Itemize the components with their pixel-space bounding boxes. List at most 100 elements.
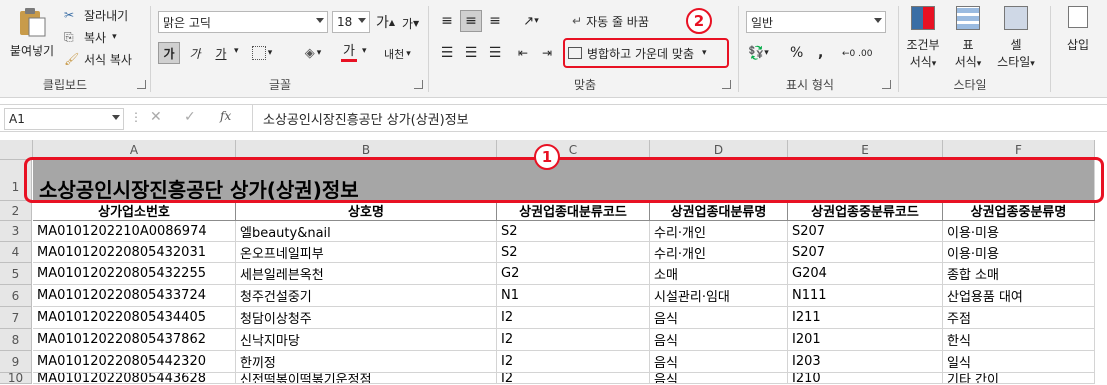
name-box[interactable]: A1: [4, 108, 124, 130]
copy-dropdown-icon[interactable]: ▾: [112, 32, 117, 42]
shrink-font-button[interactable]: 가 ▼: [402, 14, 419, 32]
table-cell[interactable]: G204: [788, 263, 943, 285]
table-cell[interactable]: 이용·미용: [943, 242, 1095, 263]
font-name-select[interactable]: 맑은 고딕: [158, 11, 328, 33]
header-cell[interactable]: 상권업종중분류명: [943, 201, 1095, 221]
align-middle-button[interactable]: ≡: [460, 10, 482, 32]
comma-button[interactable]: ,: [818, 43, 823, 63]
table-cell[interactable]: I2: [497, 329, 650, 351]
table-cell[interactable]: I2: [497, 351, 650, 373]
insert-function-icon[interactable]: fx: [220, 109, 231, 123]
font-color-dropdown[interactable]: ▾: [362, 46, 367, 56]
table-cell[interactable]: 청담이상청주: [236, 307, 497, 329]
paste-button[interactable]: 붙여넣기: [6, 6, 58, 70]
row-header-6[interactable]: 6: [0, 285, 32, 307]
row-header-7[interactable]: 7: [0, 307, 32, 329]
table-cell[interactable]: MA010120220805437862: [33, 329, 236, 351]
fill-color-button[interactable]: ◈ ▾: [300, 42, 326, 64]
bold-button[interactable]: 가: [158, 42, 180, 64]
row-header-5[interactable]: 5: [0, 263, 32, 285]
font-color-button[interactable]: 가: [336, 42, 362, 64]
table-cell[interactable]: 수리·개인: [650, 242, 788, 263]
header-cell[interactable]: 상호명: [236, 201, 497, 221]
table-cell[interactable]: 엘beauty&nail: [236, 221, 497, 242]
wrap-text-button[interactable]: ↵ 자동 줄 바꿈: [572, 10, 649, 32]
orientation-button[interactable]: ↗ ▾: [516, 10, 546, 32]
header-cell[interactable]: 상가업소번호: [33, 201, 236, 221]
accounting-button[interactable]: 💱 ▾: [748, 43, 769, 63]
increase-indent-button[interactable]: ⇥: [536, 42, 558, 64]
table-cell[interactable]: N1: [497, 285, 650, 307]
table-cell[interactable]: MA010120220805443628: [33, 373, 236, 384]
table-cell[interactable]: 음식: [650, 329, 788, 351]
table-cell[interactable]: 시설관리·임대: [650, 285, 788, 307]
table-cell[interactable]: S2: [497, 221, 650, 242]
font-launcher-icon[interactable]: [414, 80, 423, 89]
table-cell[interactable]: MA0101202210A0086974: [33, 221, 236, 242]
row-header-2[interactable]: 2: [0, 201, 32, 221]
table-cell[interactable]: 주점: [943, 307, 1095, 329]
table-cell[interactable]: 일식: [943, 351, 1095, 373]
table-cell[interactable]: 한끼정: [236, 351, 497, 373]
header-cell[interactable]: 상권업종대분류코드: [497, 201, 650, 221]
font-size-select[interactable]: 18: [332, 11, 370, 33]
format-as-table-button[interactable]: 표 서식▾: [948, 6, 988, 72]
row-header-10[interactable]: 10: [0, 372, 32, 384]
conditional-format-button[interactable]: 조건부 서식▾: [902, 6, 944, 72]
row-header-8[interactable]: 8: [0, 329, 32, 351]
header-cell[interactable]: 상권업종중분류코드: [788, 201, 943, 221]
table-cell[interactable]: 종합 소매: [943, 263, 1095, 285]
number-launcher-icon[interactable]: [882, 80, 891, 89]
table-cell[interactable]: MA010120220805432255: [33, 263, 236, 285]
number-format-select[interactable]: 일반: [746, 11, 886, 33]
align-center-button[interactable]: ☰: [460, 42, 482, 64]
table-cell[interactable]: I201: [788, 329, 943, 351]
italic-button[interactable]: 가: [184, 42, 206, 64]
align-right-button[interactable]: ☰: [484, 42, 506, 64]
table-cell[interactable]: 기타 간이: [943, 373, 1095, 384]
table-cell[interactable]: 신전떡볶이떡볶기운정점: [236, 373, 497, 384]
table-cell[interactable]: 음식: [650, 373, 788, 384]
phonetic-button[interactable]: 내천 ▾: [384, 44, 411, 64]
percent-button[interactable]: %: [790, 43, 803, 63]
table-cell[interactable]: 소매: [650, 263, 788, 285]
align-left-button[interactable]: ☰: [436, 42, 458, 64]
alignment-launcher-icon[interactable]: [722, 80, 731, 89]
table-cell[interactable]: S207: [788, 242, 943, 263]
row-header-3[interactable]: 3: [0, 221, 32, 242]
copy-button[interactable]: ⎘ 복사 ▾: [64, 28, 117, 46]
format-painter-button[interactable]: 🖌 서식 복사: [64, 50, 132, 68]
table-cell[interactable]: 음식: [650, 307, 788, 329]
table-cell[interactable]: 한식: [943, 329, 1095, 351]
table-cell[interactable]: MA010120220805442320: [33, 351, 236, 373]
cancel-icon[interactable]: ✕: [150, 109, 162, 125]
align-bottom-button[interactable]: ≡: [484, 10, 506, 32]
table-cell[interactable]: 수리·개인: [650, 221, 788, 242]
table-cell[interactable]: 음식: [650, 351, 788, 373]
header-cell[interactable]: 상권업종대분류명: [650, 201, 788, 221]
table-cell[interactable]: I2: [497, 307, 650, 329]
table-cell[interactable]: 이용·미용: [943, 221, 1095, 242]
table-cell[interactable]: 청주건설중기: [236, 285, 497, 307]
table-cell[interactable]: MA010120220805434405: [33, 307, 236, 329]
table-cell[interactable]: S2: [497, 242, 650, 263]
increase-decimal-button[interactable]: ←0 .00: [842, 45, 872, 63]
enter-icon[interactable]: ✓: [184, 109, 196, 125]
table-cell[interactable]: MA010120220805432031: [33, 242, 236, 263]
table-cell[interactable]: N111: [788, 285, 943, 307]
clipboard-launcher-icon[interactable]: [137, 80, 146, 89]
grow-font-button[interactable]: 가 ▲: [376, 12, 395, 32]
underline-button[interactable]: 가: [210, 42, 232, 64]
row-header-9[interactable]: 9: [0, 351, 32, 373]
table-cell[interactable]: MA010120220805433724: [33, 285, 236, 307]
table-cell[interactable]: I203: [788, 351, 943, 373]
borders-button[interactable]: ▾: [250, 42, 274, 64]
decrease-indent-button[interactable]: ⇤: [512, 42, 534, 64]
cut-button[interactable]: ✂ 잘라내기: [64, 6, 128, 24]
table-cell[interactable]: S207: [788, 221, 943, 242]
table-cell[interactable]: 세븐일레븐옥천: [236, 263, 497, 285]
table-cell[interactable]: I210: [788, 373, 943, 384]
cell-styles-button[interactable]: 셀 스타일▾: [992, 6, 1040, 72]
table-cell[interactable]: I2: [497, 373, 650, 384]
table-cell[interactable]: 신낙지마당: [236, 329, 497, 351]
